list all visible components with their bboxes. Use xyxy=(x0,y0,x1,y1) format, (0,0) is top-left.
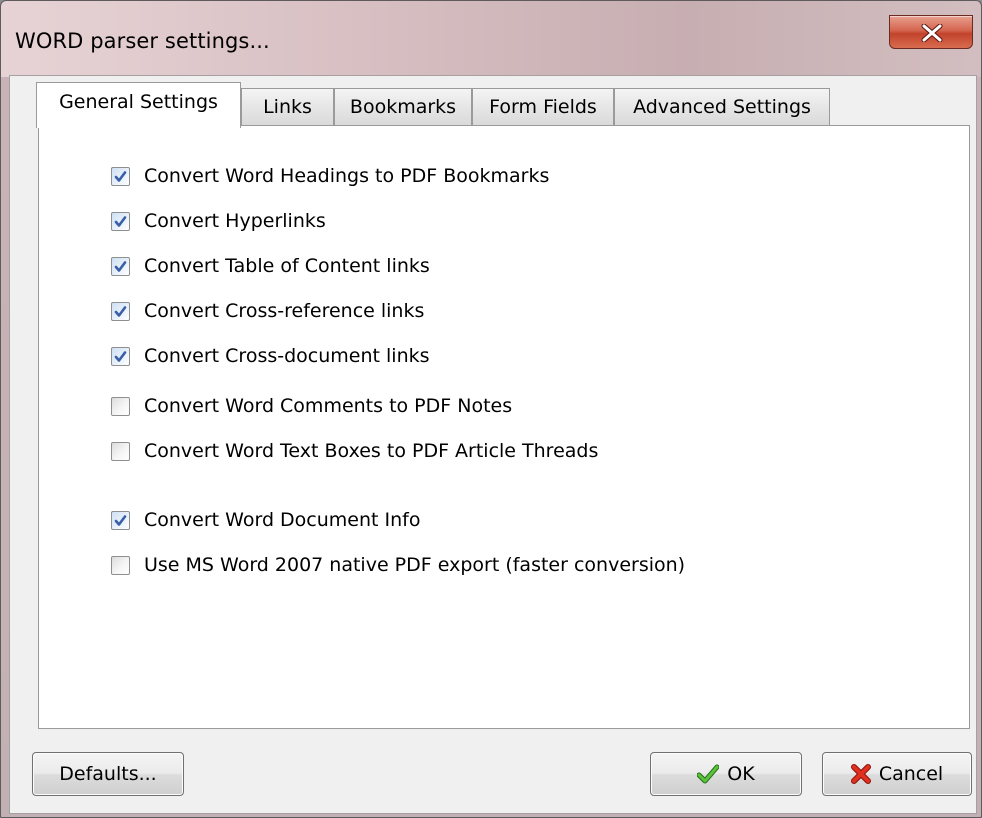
checkbox[interactable] xyxy=(111,346,130,366)
ok-button-label: OK xyxy=(727,763,755,785)
tab-general-settings[interactable]: General Settings xyxy=(36,82,241,128)
dialog-client-area: General Settings Links Bookmarks Form Fi… xyxy=(9,75,977,814)
option-cross-document-links[interactable]: Convert Cross-document links xyxy=(111,343,430,369)
red-x-icon xyxy=(850,764,871,784)
option-convert-hyperlinks[interactable]: Convert Hyperlinks xyxy=(111,208,326,234)
checkbox[interactable] xyxy=(111,166,130,186)
ok-button[interactable]: OK xyxy=(650,752,802,796)
tab-label: Bookmarks xyxy=(349,96,457,118)
checkbox[interactable] xyxy=(111,510,130,530)
option-toc-links[interactable]: Convert Table of Content links xyxy=(111,253,430,279)
checkbox[interactable] xyxy=(111,441,130,461)
option-comments-to-notes[interactable]: Convert Word Comments to PDF Notes xyxy=(111,393,512,419)
option-text-boxes-to-article-threads[interactable]: Convert Word Text Boxes to PDF Article T… xyxy=(111,438,598,464)
checkbox[interactable] xyxy=(111,211,130,231)
window-title: WORD parser settings... xyxy=(15,29,270,53)
general-settings-panel: Convert Word Headings to PDF Bookmarks C… xyxy=(38,125,970,729)
checkbox[interactable] xyxy=(111,301,130,321)
checkmark-icon xyxy=(114,215,127,227)
checkmark-icon xyxy=(114,305,127,317)
checkmark-icon xyxy=(114,170,127,182)
option-label: Convert Cross-document links xyxy=(144,345,430,367)
checkbox[interactable] xyxy=(111,256,130,276)
defaults-button-label: Defaults... xyxy=(59,763,157,785)
checkmark-icon xyxy=(697,764,720,784)
checkmark-icon xyxy=(114,350,127,362)
tab-label: General Settings xyxy=(59,91,218,113)
checkbox[interactable] xyxy=(111,396,130,416)
tab-links[interactable]: Links xyxy=(241,88,334,126)
option-label: Convert Word Text Boxes to PDF Article T… xyxy=(144,440,599,462)
cancel-button-label: Cancel xyxy=(878,763,944,785)
checkbox[interactable] xyxy=(111,555,130,575)
option-label: Convert Word Headings to PDF Bookmarks xyxy=(144,165,550,187)
defaults-button[interactable]: Defaults... xyxy=(32,752,184,796)
option-native-pdf-export[interactable]: Use MS Word 2007 native PDF export (fast… xyxy=(111,552,685,578)
tab-label: Links xyxy=(263,96,312,118)
tab-advanced-settings[interactable]: Advanced Settings xyxy=(614,88,830,126)
tab-label: Advanced Settings xyxy=(633,96,811,118)
tab-bookmarks[interactable]: Bookmarks xyxy=(334,88,472,126)
checkmark-icon xyxy=(114,260,127,272)
dialog-window: WORD parser settings... General Settings… xyxy=(0,0,982,818)
tab-label: Form Fields xyxy=(489,96,597,118)
close-icon xyxy=(921,24,943,42)
cancel-button[interactable]: Cancel xyxy=(822,752,972,796)
option-document-info[interactable]: Convert Word Document Info xyxy=(111,507,420,533)
option-cross-reference-links[interactable]: Convert Cross-reference links xyxy=(111,298,424,324)
close-button[interactable] xyxy=(889,15,973,49)
option-label: Convert Word Comments to PDF Notes xyxy=(144,395,513,417)
option-label: Convert Word Document Info xyxy=(144,509,421,531)
option-label: Convert Hyperlinks xyxy=(144,210,326,232)
option-label: Convert Table of Content links xyxy=(144,255,430,277)
checkmark-icon xyxy=(114,514,127,526)
title-bar[interactable]: WORD parser settings... xyxy=(1,1,981,77)
option-label: Convert Cross-reference links xyxy=(144,300,425,322)
option-headings-to-bookmarks[interactable]: Convert Word Headings to PDF Bookmarks xyxy=(111,163,549,189)
tab-form-fields[interactable]: Form Fields xyxy=(472,88,614,126)
option-label: Use MS Word 2007 native PDF export (fast… xyxy=(144,554,686,576)
